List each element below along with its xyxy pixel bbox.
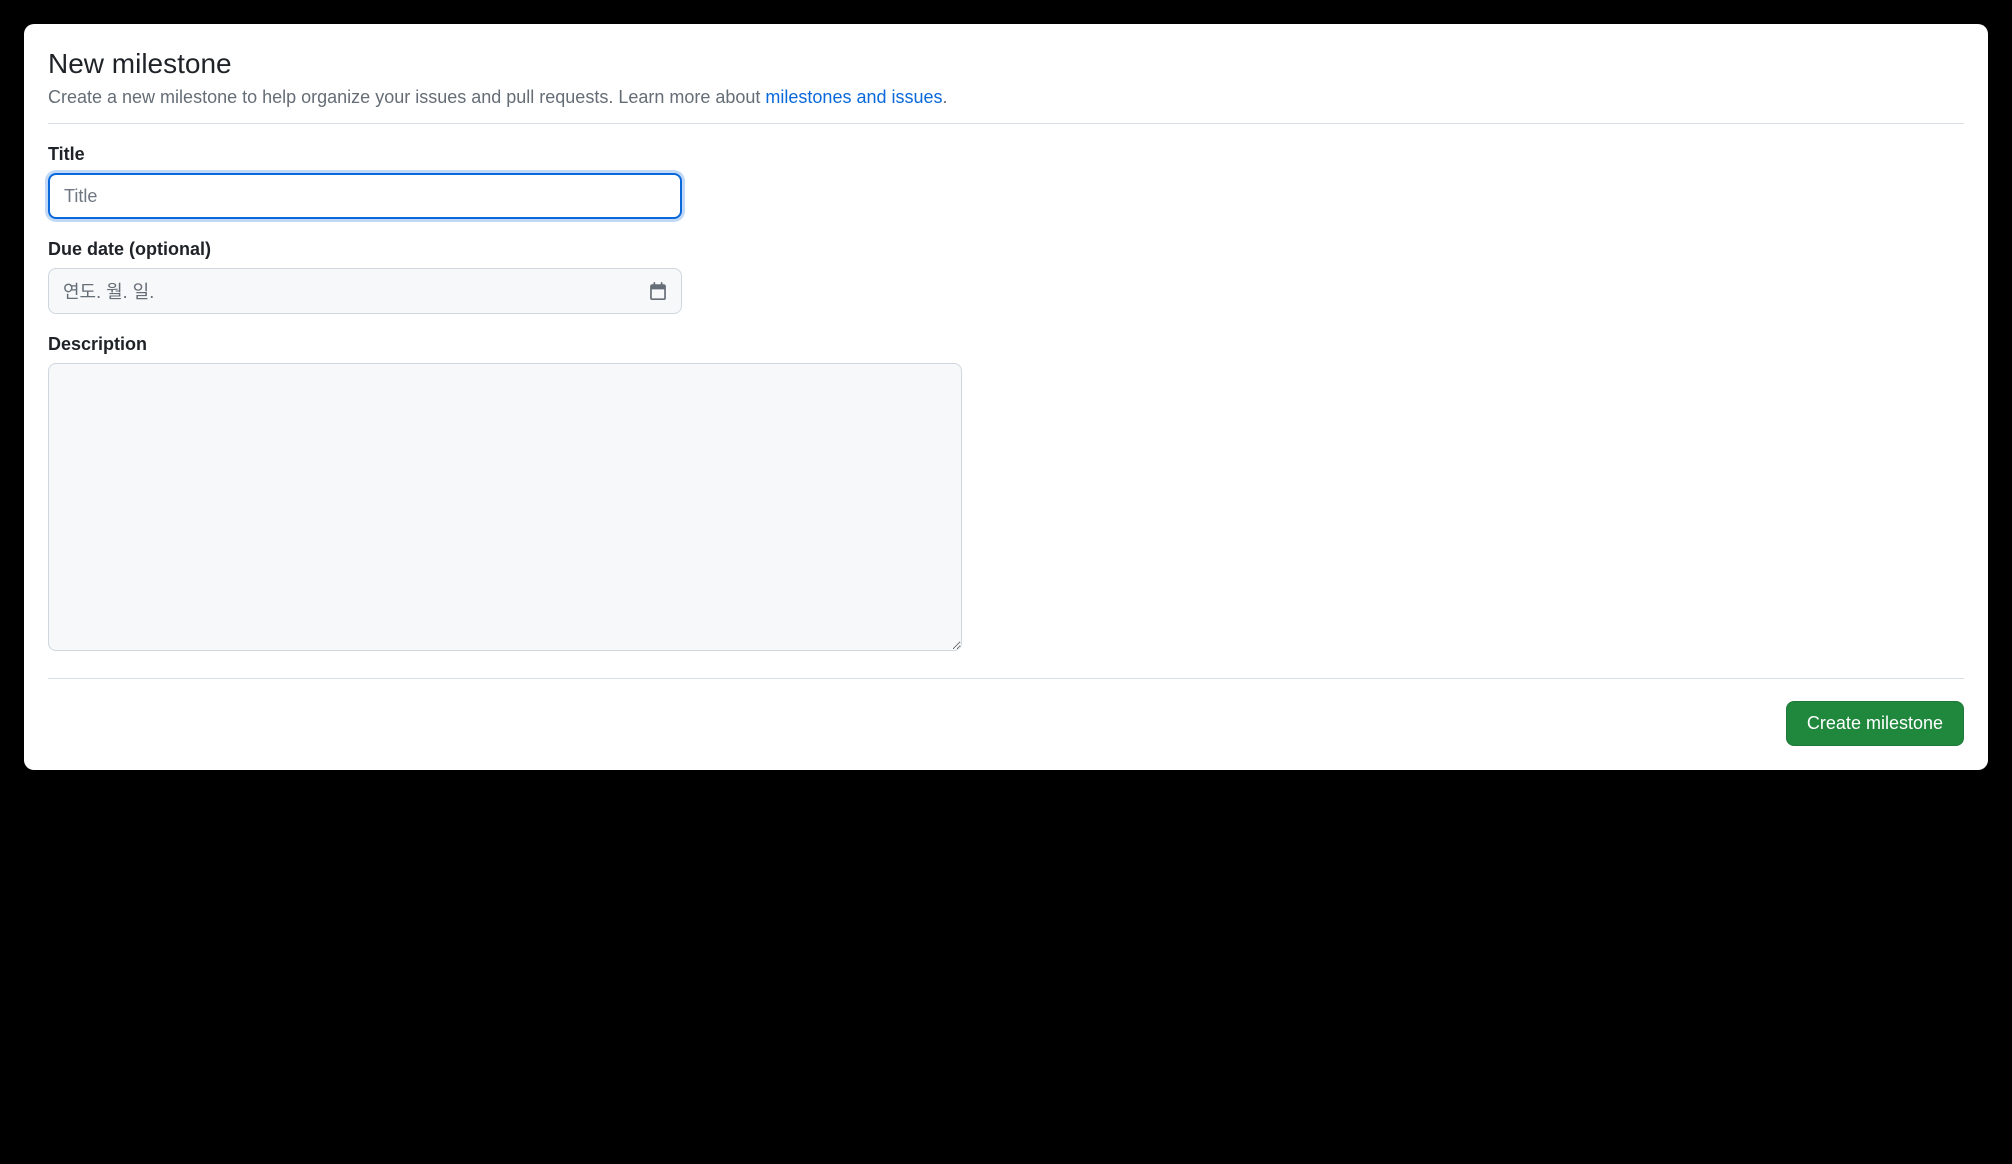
subtitle-text: Create a new milestone to help organize … xyxy=(48,87,765,107)
due-date-label: Due date (optional) xyxy=(48,239,1964,260)
description-textarea[interactable] xyxy=(48,363,962,651)
description-form-group: Description xyxy=(48,334,1964,656)
subtitle-suffix: . xyxy=(943,87,948,107)
title-input[interactable] xyxy=(48,173,682,219)
title-label: Title xyxy=(48,144,1964,165)
calendar-icon xyxy=(649,282,667,300)
milestone-panel: New milestone Create a new milestone to … xyxy=(24,24,1988,770)
footer-divider xyxy=(48,678,1964,679)
title-form-group: Title xyxy=(48,144,1964,219)
page-subtitle: Create a new milestone to help organize … xyxy=(48,84,1964,111)
description-label: Description xyxy=(48,334,1964,355)
due-date-input[interactable]: 연도. 월. 일. xyxy=(48,268,682,314)
page-header: New milestone Create a new milestone to … xyxy=(48,48,1964,124)
due-date-form-group: Due date (optional) 연도. 월. 일. xyxy=(48,239,1964,314)
page-title: New milestone xyxy=(48,48,1964,80)
due-date-placeholder: 연도. 월. 일. xyxy=(63,278,154,304)
create-milestone-button[interactable]: Create milestone xyxy=(1786,701,1964,746)
footer-actions: Create milestone xyxy=(48,701,1964,746)
milestones-issues-link[interactable]: milestones and issues xyxy=(765,87,942,107)
